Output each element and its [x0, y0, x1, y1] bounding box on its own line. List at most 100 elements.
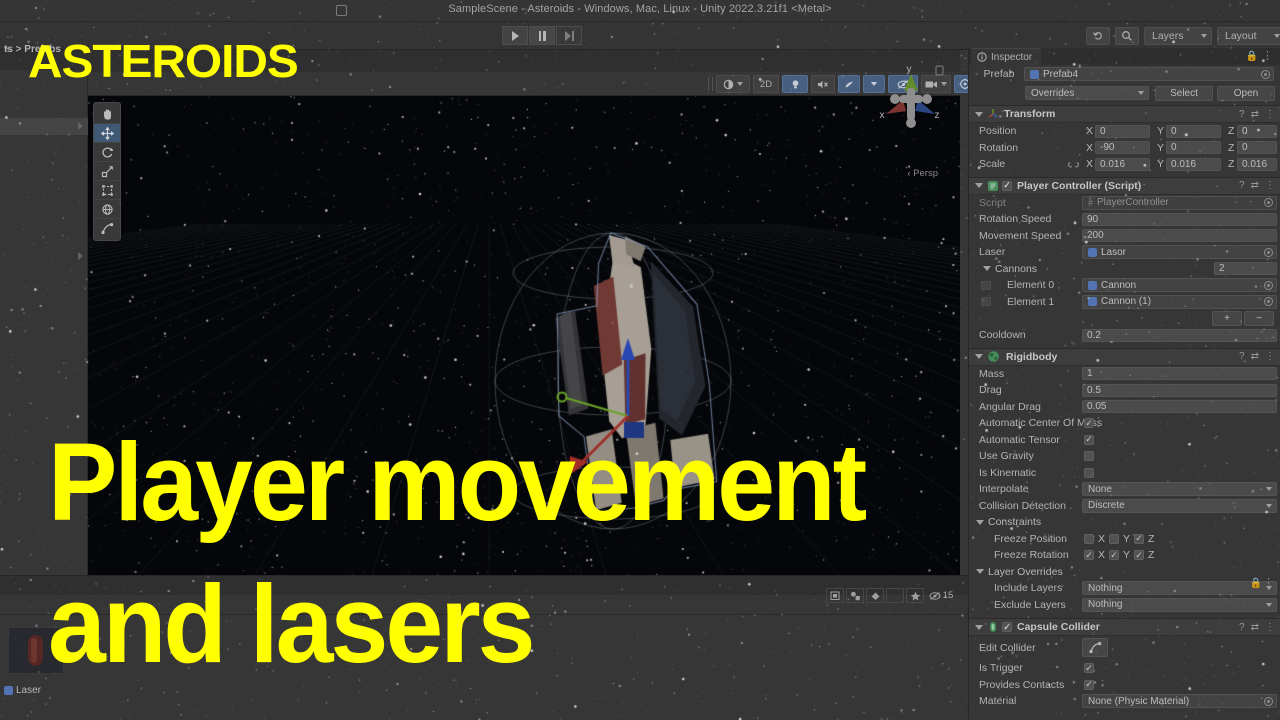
prefab-object-field[interactable]: Prefab4	[1024, 67, 1274, 81]
help-icon[interactable]: ?	[1239, 180, 1245, 191]
angular-drag-field[interactable]: 0.05	[1082, 400, 1277, 414]
drag-field[interactable]: 0.5	[1082, 383, 1277, 397]
move-tool[interactable]	[94, 124, 120, 143]
array-add-button[interactable]: +	[1212, 311, 1242, 326]
transform-tool[interactable]	[94, 200, 120, 219]
help-icon[interactable]: ?	[1239, 351, 1245, 362]
collision-detection-dropdown[interactable]: Discrete	[1082, 498, 1277, 513]
custom-editor-tool[interactable]	[94, 219, 120, 238]
cannons-size-field[interactable]: 2	[1214, 262, 1277, 276]
lock-icon[interactable]: 🔒	[1246, 51, 1258, 62]
help-icon[interactable]: ?	[1239, 622, 1245, 633]
component-header-player-controller[interactable]: ✓ Player Controller (Script) ? ⇄ ⋮	[969, 176, 1280, 195]
undo-history-icon[interactable]	[1086, 27, 1110, 45]
inspector-panel[interactable]: Inspector 🔒 ⋮ - Prefab Prefab4 Overrides	[968, 48, 1280, 720]
preset-icon[interactable]: ⇄	[1251, 351, 1259, 362]
scale-z-field[interactable]: 0.016	[1237, 157, 1277, 171]
hand-tool[interactable]	[94, 105, 120, 124]
material-object-field[interactable]: None (Physic Material)	[1082, 694, 1277, 709]
scene-orientation-gizmo[interactable]: y x z	[874, 58, 948, 144]
exclude-layers-dropdown[interactable]: Nothing	[1082, 597, 1277, 612]
project-lock-icon[interactable]: 🔒	[1250, 578, 1262, 589]
2d-toggle[interactable]: 2D	[753, 75, 779, 93]
chevron-right-icon[interactable]	[78, 122, 83, 130]
step-button[interactable]	[556, 26, 582, 45]
scale-y-field[interactable]: 0.016	[1166, 157, 1221, 171]
layout-dropdown[interactable]: Layout	[1217, 27, 1280, 45]
drag-handle[interactable]	[981, 280, 991, 290]
component-header-transform[interactable]: Transform ? ⇄ ⋮	[969, 105, 1280, 123]
object-picker-icon[interactable]	[1264, 696, 1273, 706]
position-z-field[interactable]: 0	[1237, 124, 1277, 138]
automatic-center-of-mass-checkbox[interactable]: ✓	[1084, 418, 1094, 429]
pause-button[interactable]	[529, 26, 555, 45]
object-picker-icon[interactable]	[1264, 280, 1273, 290]
tab-inspector[interactable]: Inspector	[971, 48, 1042, 65]
laser-object-field[interactable]: Lasor	[1082, 245, 1277, 260]
hidden-count-indicator[interactable]: 15	[926, 588, 956, 603]
play-button[interactable]	[502, 26, 528, 45]
rotation-z-field[interactable]: 0	[1237, 141, 1277, 155]
object-picker-icon[interactable]	[1264, 198, 1273, 208]
layers-dropdown[interactable]: Layers	[1144, 27, 1212, 45]
freeze-rotation-z-checkbox[interactable]: ✓	[1134, 550, 1144, 561]
rotation-speed-field[interactable]: 90	[1082, 212, 1277, 226]
freeze-position-x-checkbox[interactable]: ✓	[1084, 533, 1094, 544]
include-layers-dropdown[interactable]: Nothing	[1082, 581, 1277, 596]
foldout-icon[interactable]	[975, 624, 983, 630]
open-button[interactable]: Open	[1217, 86, 1275, 101]
rotation-y-field[interactable]: 0	[1166, 141, 1221, 155]
movement-speed-field[interactable]: 200	[1082, 229, 1277, 243]
link-scale-icon[interactable]	[1067, 160, 1080, 169]
interpolate-dropdown[interactable]: None	[1082, 482, 1277, 497]
component-enabled-checkbox[interactable]: ✓	[1002, 622, 1012, 632]
select-button[interactable]: Select	[1155, 86, 1213, 101]
element0-object-field[interactable]: Cannon	[1082, 278, 1277, 293]
rotate-tool[interactable]	[94, 143, 120, 162]
foldout-icon[interactable]	[975, 183, 983, 188]
favorites-star-icon[interactable]	[906, 588, 924, 603]
lighting-icon[interactable]	[782, 75, 808, 93]
layer-overrides-group[interactable]: Layer Overrides	[969, 564, 1280, 581]
rect-tool[interactable]	[94, 181, 120, 200]
chevron-right-icon[interactable]	[78, 252, 83, 260]
automatic-tensor-checkbox[interactable]: ✓	[1084, 434, 1094, 445]
edit-collider-button[interactable]	[1082, 638, 1108, 657]
component-header-capsule-collider[interactable]: ✓ Capsule Collider ? ⇄ ⋮	[969, 618, 1280, 636]
scale-x-field[interactable]: 0.016	[1095, 157, 1150, 171]
freeze-rotation-y-checkbox[interactable]: ✓	[1109, 550, 1119, 561]
hierarchy-row[interactable]	[0, 248, 88, 265]
search-icon[interactable]	[1115, 27, 1139, 45]
component-enabled-checkbox[interactable]: ✓	[1002, 180, 1012, 191]
use-gravity-checkbox[interactable]: ✓	[1084, 451, 1094, 462]
component-menu-icon[interactable]: ⋮	[1265, 109, 1275, 120]
freeze-rotation-x-checkbox[interactable]: ✓	[1084, 550, 1094, 561]
mass-field[interactable]: 1	[1082, 367, 1277, 381]
element1-object-field[interactable]: Cannon (1)	[1082, 294, 1277, 309]
hierarchy-row[interactable]	[0, 118, 88, 135]
component-menu-icon[interactable]: ⋮	[1265, 351, 1275, 362]
component-menu-icon[interactable]: ⋮	[1265, 180, 1275, 191]
toolbar-grip[interactable]	[708, 77, 713, 91]
perspective-label[interactable]: ‹ Persp	[907, 168, 938, 179]
object-picker-icon[interactable]	[1261, 69, 1270, 79]
provides-contacts-checkbox[interactable]: ✓	[1084, 679, 1094, 690]
foldout-icon[interactable]	[975, 111, 983, 117]
preset-icon[interactable]: ⇄	[1251, 180, 1259, 191]
audio-mute-icon[interactable]	[811, 75, 835, 93]
position-y-field[interactable]: 0	[1166, 124, 1221, 138]
foldout-icon[interactable]	[983, 266, 991, 272]
is-trigger-checkbox[interactable]: ✓	[1084, 663, 1094, 674]
overrides-dropdown[interactable]: Overrides	[1025, 86, 1149, 100]
preset-icon[interactable]: ⇄	[1251, 109, 1259, 120]
cooldown-field[interactable]: 0.2	[1082, 328, 1277, 342]
foldout-icon[interactable]	[976, 569, 984, 575]
scale-tool[interactable]	[94, 162, 120, 181]
freeze-position-z-checkbox[interactable]: ✓	[1134, 533, 1144, 544]
drag-handle[interactable]	[981, 297, 991, 307]
object-picker-icon[interactable]	[1264, 297, 1273, 307]
object-picker-icon[interactable]	[1264, 247, 1273, 257]
component-menu-icon[interactable]: ⋮	[1265, 622, 1275, 633]
filter-type-icon[interactable]	[846, 588, 864, 603]
shading-mode-dropdown[interactable]	[716, 75, 750, 93]
